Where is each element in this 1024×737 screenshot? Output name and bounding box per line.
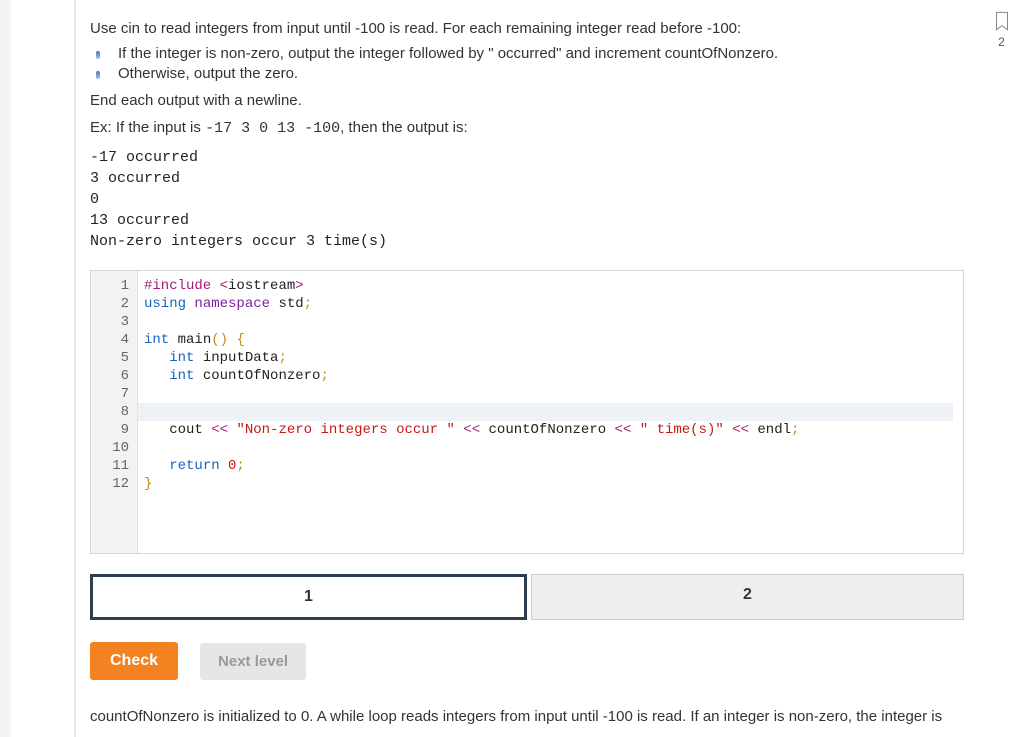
- content-area: Use cin to read integers from input unti…: [75, 0, 979, 737]
- requirements-list: If the integer is non-zero, output the i…: [90, 45, 964, 82]
- main-column: Use cin to read integers from input unti…: [11, 0, 1024, 737]
- code-lines[interactable]: #include <iostream> using namespace std;…: [138, 271, 963, 553]
- example-suffix: , then the output is:: [340, 119, 468, 136]
- level-tab-2[interactable]: 2: [531, 574, 964, 620]
- explanation-text: countOfNonzero is initialized to 0. A wh…: [90, 708, 964, 725]
- bookmark-count: 2: [979, 35, 1024, 49]
- requirement-item: Otherwise, output the zero.: [118, 65, 964, 82]
- left-rail: [0, 0, 11, 737]
- check-button[interactable]: Check: [90, 642, 178, 680]
- example-output: -17 occurred 3 occurred 0 13 occurred No…: [90, 147, 964, 252]
- page-root: Use cin to read integers from input unti…: [0, 0, 1024, 737]
- requirement-item: If the integer is non-zero, output the i…: [118, 45, 964, 62]
- action-row: Check Next level: [90, 642, 964, 680]
- example-line: Ex: If the input is -17 3 0 13 -100, the…: [90, 119, 964, 137]
- next-level-button[interactable]: Next level: [200, 643, 306, 680]
- bookmark-column: 2: [979, 0, 1024, 737]
- example-prefix: Ex: If the input is: [90, 119, 205, 136]
- code-editor[interactable]: 123456789101112 #include <iostream> usin…: [90, 270, 964, 554]
- instructions-intro: Use cin to read integers from input unti…: [90, 20, 964, 37]
- instructions-end: End each output with a newline.: [90, 92, 964, 109]
- example-input: -17 3 0 13 -100: [205, 120, 340, 137]
- bookmark-icon[interactable]: [979, 10, 1024, 35]
- level-tabs: 1 2: [90, 574, 964, 620]
- level-tab-1[interactable]: 1: [90, 574, 527, 620]
- line-gutter: 123456789101112: [91, 271, 138, 553]
- outer-gutter-column: [11, 0, 75, 737]
